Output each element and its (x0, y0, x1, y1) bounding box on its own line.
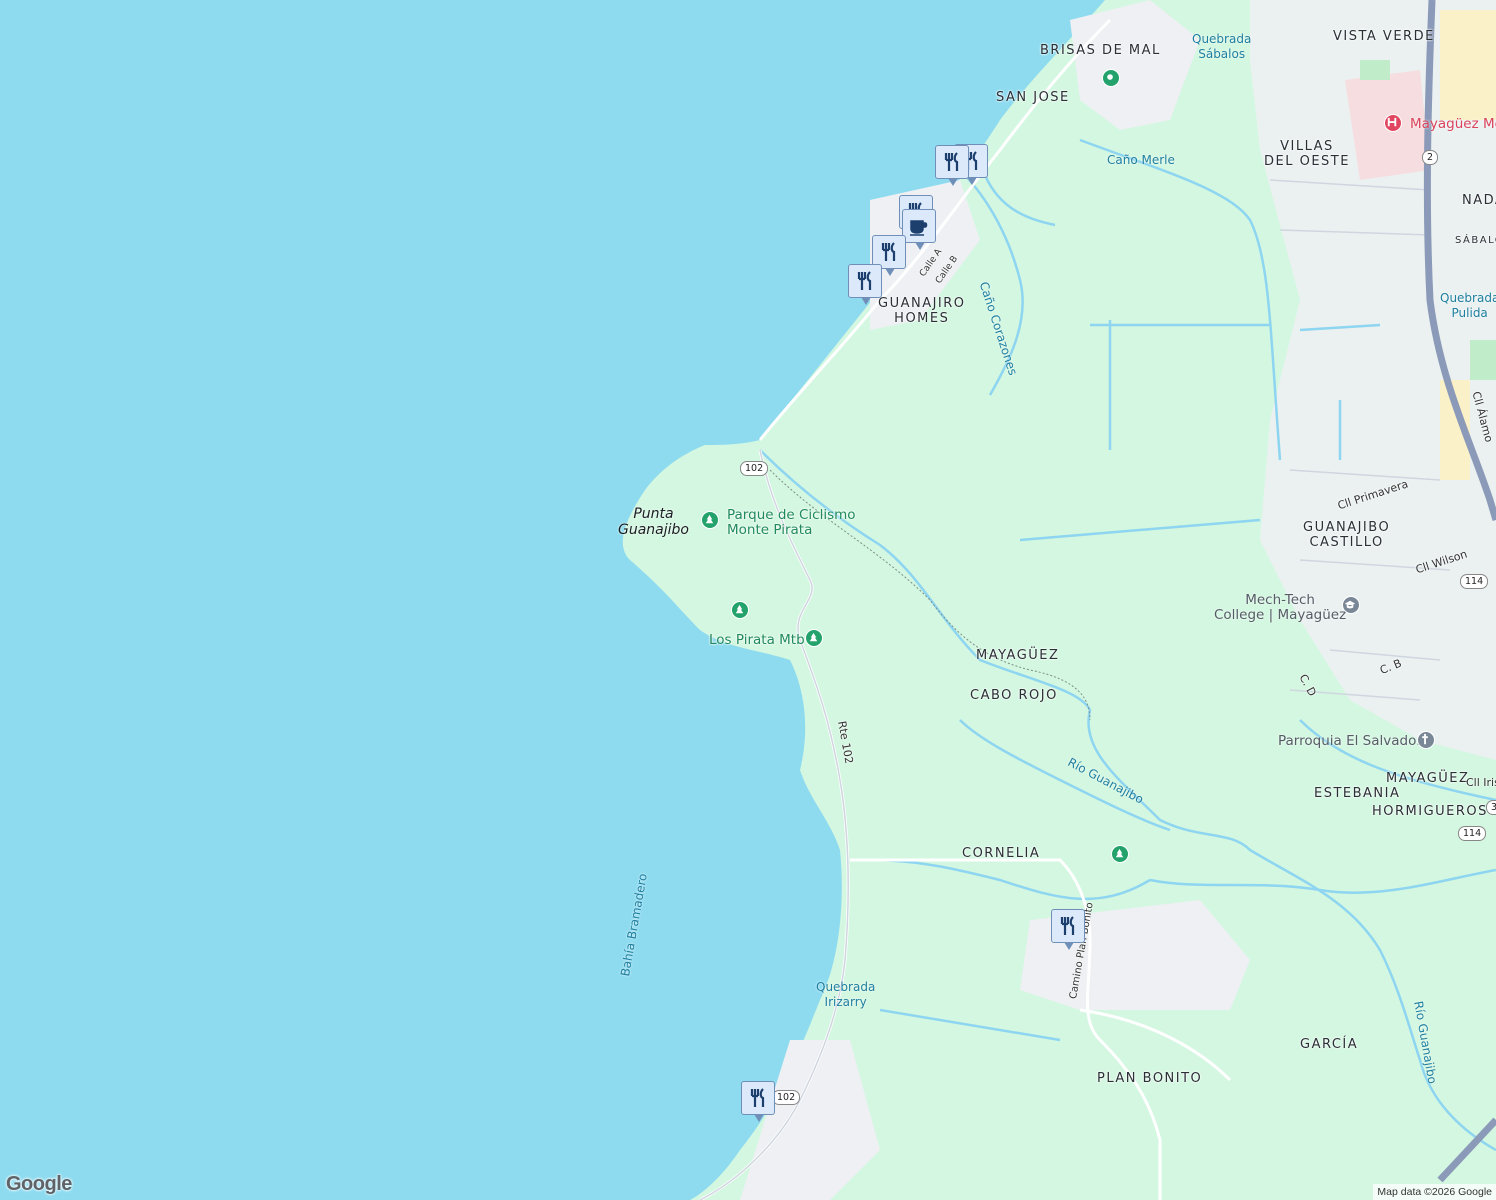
yellow-area (1440, 10, 1496, 120)
restaurant-marker[interactable] (741, 1081, 775, 1122)
route-shield-102-south: 102 (772, 1090, 801, 1105)
place-cornelia: CORNELIA (962, 846, 1041, 861)
highway-south (1437, 1117, 1496, 1183)
poi-parroquia-label[interactable]: Parroquia El Salvador (1278, 733, 1422, 749)
route-shield-102: 102 (740, 461, 769, 476)
water-quebrada-sabalos: Quebrada Sábalos (1192, 32, 1252, 61)
road-cll-iris: Cll Iris (1466, 776, 1496, 789)
restaurant-icon (857, 271, 872, 290)
place-vista-verde: VISTA VERDE (1333, 29, 1435, 44)
poi-los-pirata-label[interactable]: Los Pirata Mtb (709, 632, 805, 648)
park-icon[interactable] (701, 511, 719, 529)
urban-north (1070, 0, 1200, 130)
place-plan-bonito: PLAN BONITO (1097, 1071, 1203, 1086)
cape-punta-guanajibo: Punta Guanajibo (618, 506, 689, 538)
park-icon[interactable] (805, 629, 823, 647)
restaurant-icon (944, 152, 959, 171)
restaurant-marker[interactable] (1051, 909, 1085, 950)
map-canvas[interactable]: BRISAS DE MAL SAN JOSE VISTA VERDE VILLA… (0, 0, 1496, 1200)
place-villas-del-oeste: VILLAS DEL OESTE (1264, 139, 1350, 169)
google-logo: Google (6, 1173, 72, 1195)
poi-mech-tech-label[interactable]: Mech-Tech College | Mayagüez (1214, 593, 1346, 623)
restaurant-icon (1060, 916, 1075, 935)
place-hormigueros: HORMIGUEROS (1372, 804, 1488, 819)
park-icon[interactable] (1111, 845, 1129, 863)
route-shield-2: 2 (1422, 150, 1439, 165)
cafe-marker[interactable] (902, 209, 936, 250)
place-mayaguez: MAYAGÜEZ (976, 648, 1060, 663)
school-icon[interactable] (1342, 596, 1360, 614)
place-guanajibo-castillo: GUANAJIBO CASTILLO (1303, 520, 1391, 550)
place-sabalos: SÁBALOS (1455, 235, 1496, 246)
place-brisas-de-mal: BRISAS DE MAL (1040, 43, 1161, 58)
water-cano-merle: Caño Merle (1107, 153, 1175, 167)
route-shield-114-south: 114 (1458, 826, 1487, 841)
place-garcia: GARCÍA (1300, 1037, 1359, 1052)
park-icon[interactable] (731, 601, 749, 619)
poi-hospital-label[interactable]: Mayagüez Me (1410, 116, 1496, 132)
place-nadal: NADAL (1462, 193, 1496, 208)
place-estebania: ESTEBANIA (1314, 786, 1401, 801)
hospital-icon[interactable] (1384, 114, 1402, 132)
route-shield-114: 114 (1460, 574, 1489, 589)
restaurant-icon (881, 242, 896, 261)
poi-parque-ciclismo-label[interactable]: Parque de Ciclismo Monte Pirata (727, 508, 856, 538)
place-san-jose: SAN JOSE (996, 90, 1070, 105)
place-mayaguez-east: MAYAGÜEZ (1386, 771, 1470, 786)
map-attribution[interactable]: Map data ©2026 Google (1373, 1184, 1496, 1200)
water-quebrada-irizarry: Quebrada Irizarry (816, 980, 876, 1009)
restaurant-marker[interactable] (848, 264, 882, 305)
restaurant-marker[interactable] (935, 145, 969, 186)
location-pin-icon[interactable] (1102, 69, 1120, 87)
cafe-icon (910, 220, 928, 236)
restaurant-icon (750, 1088, 765, 1107)
place-guanajiro-homes: GUANAJIRO HOMES (878, 296, 966, 326)
route-shield-34: 34 (1486, 800, 1496, 815)
green-patch (1470, 340, 1496, 380)
church-icon[interactable] (1417, 731, 1435, 749)
green-patch-2 (1360, 60, 1390, 80)
place-cabo-rojo: CABO ROJO (970, 688, 1058, 703)
water-quebrada-pulida: Quebrada Pulida (1440, 291, 1496, 320)
